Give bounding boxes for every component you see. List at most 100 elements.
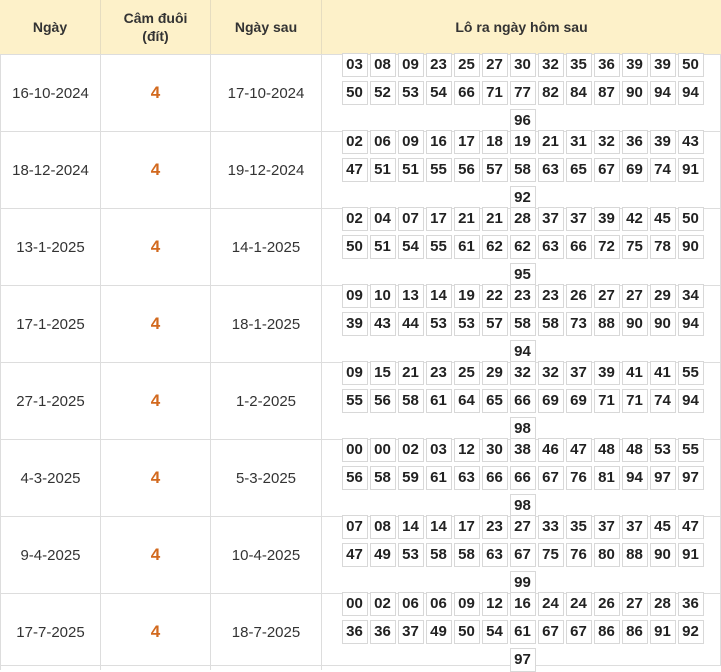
lo-number: 65	[565, 158, 592, 182]
lo-number: 53	[397, 543, 424, 567]
lo-number: 46	[537, 438, 564, 462]
lo-number: 44	[397, 312, 424, 336]
lo-number: 17	[453, 515, 480, 539]
lo-number: 66	[509, 389, 536, 413]
lo-number: 94	[621, 466, 648, 490]
lo-number: 27	[509, 515, 536, 539]
lo-number: 91	[677, 158, 704, 182]
lo-number: 28	[509, 207, 536, 231]
header-ngay-sau-label: Ngày sau	[234, 19, 298, 35]
lo-number: 52	[369, 81, 396, 105]
lo-number: 48	[593, 438, 620, 462]
cell-cam-duoi: 4	[100, 516, 210, 593]
lo-number: 90	[649, 543, 676, 567]
lo-number: 39	[593, 361, 620, 385]
lo-number: 55	[677, 438, 704, 462]
lo-number: 87	[593, 81, 620, 105]
lo-number: 58	[453, 543, 480, 567]
lo-number: 97	[677, 466, 704, 490]
lo-number: 14	[425, 284, 452, 308]
lo-number: 47	[565, 438, 592, 462]
lo-number: 50	[341, 235, 368, 259]
cell-lo-ra-numbers: 09 15 21 23 25 29 32 32 37 39 41 41 55 55 56 58 61 64 65 66…	[321, 361, 721, 441]
lo-number: 39	[649, 53, 676, 77]
lo-number: 94	[649, 81, 676, 105]
lo-number: 51	[369, 235, 396, 259]
lo-number: 91	[677, 543, 704, 567]
lo-number: 80	[593, 543, 620, 567]
lo-number: 69	[537, 389, 564, 413]
lo-number: 53	[453, 312, 480, 336]
lo-number: 57	[481, 158, 508, 182]
lo-number: 33	[537, 515, 564, 539]
lo-number: 15	[369, 361, 396, 385]
results-table: Ngày Câm đuôi (đít) Ngày sau Lô ra ngày …	[0, 0, 721, 672]
lo-number: 47	[341, 158, 368, 182]
lo-number: 06	[369, 130, 396, 154]
lo-number: 39	[341, 312, 368, 336]
lo-number: 63	[453, 466, 480, 490]
lo-number: 53	[425, 312, 452, 336]
lo-number: 50	[677, 53, 704, 77]
lo-number: 06	[397, 592, 424, 616]
lo-number: 37	[397, 620, 424, 644]
lo-number: 56	[453, 158, 480, 182]
lo-number: 97	[649, 466, 676, 490]
lo-number: 75	[537, 543, 564, 567]
lo-number: 24	[537, 592, 564, 616]
lo-number: 69	[621, 158, 648, 182]
cell-ngay-sau: 5-3-2025	[210, 439, 321, 516]
lo-number: 66	[509, 466, 536, 490]
lo-number: 76	[565, 466, 592, 490]
lo-number: 66	[453, 81, 480, 105]
lo-number: 00	[341, 438, 368, 462]
lo-number: 90	[621, 312, 648, 336]
lo-number: 27	[621, 284, 648, 308]
lo-number: 38	[509, 438, 536, 462]
lo-number: 37	[565, 207, 592, 231]
lo-number: 28	[649, 592, 676, 616]
lo-number: 88	[593, 312, 620, 336]
lo-number: 02	[341, 130, 368, 154]
lo-number: 90	[649, 312, 676, 336]
lo-number: 25	[453, 361, 480, 385]
cell-ngay-sau: 18-1-2025	[210, 285, 321, 362]
cell-ngay: 9-4-2025	[0, 516, 100, 593]
lo-number: 74	[649, 158, 676, 182]
lo-number: 58	[397, 389, 424, 413]
lo-number: 58	[537, 312, 564, 336]
lo-number: 37	[593, 515, 620, 539]
lo-number: 62	[509, 235, 536, 259]
lo-number: 67	[509, 543, 536, 567]
lo-number: 57	[481, 312, 508, 336]
lo-number: 32	[537, 53, 564, 77]
lo-number: 66	[481, 466, 508, 490]
lo-number: 03	[425, 438, 452, 462]
lo-number: 23	[509, 284, 536, 308]
lo-number: 27	[621, 592, 648, 616]
lo-number: 08	[369, 515, 396, 539]
lo-number: 59	[397, 466, 424, 490]
lo-number: 47	[677, 515, 704, 539]
lo-number: 27	[481, 53, 508, 77]
lo-number: 94	[677, 312, 704, 336]
lo-number: 37	[537, 207, 564, 231]
lo-number: 53	[649, 438, 676, 462]
lo-number: 55	[425, 235, 452, 259]
lo-number: 58	[425, 543, 452, 567]
lo-number: 43	[677, 130, 704, 154]
lo-number: 48	[621, 438, 648, 462]
lo-number: 84	[565, 81, 592, 105]
header-ngay-sau: Ngày sau	[210, 0, 321, 54]
lo-number: 31	[565, 130, 592, 154]
lo-number: 61	[425, 466, 452, 490]
cell-cam-duoi: 4	[100, 285, 210, 362]
lo-number: 02	[397, 438, 424, 462]
lo-number: 23	[425, 53, 452, 77]
lo-number: 49	[369, 543, 396, 567]
lo-number: 39	[649, 130, 676, 154]
lo-number: 06	[425, 592, 452, 616]
lo-number: 35	[565, 53, 592, 77]
cell-ngay-sau: 19-12-2024	[210, 131, 321, 208]
lo-number: 36	[677, 592, 704, 616]
